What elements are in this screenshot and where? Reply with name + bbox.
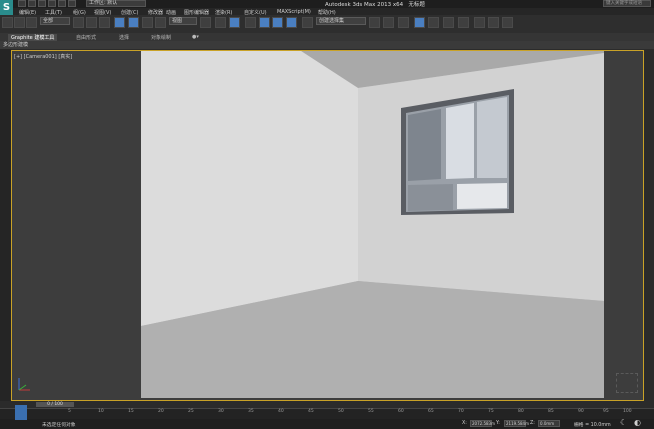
material-editor-icon[interactable] bbox=[458, 17, 469, 28]
tick-label: 10 bbox=[98, 409, 104, 414]
status-message: 未选定任何对象 bbox=[42, 423, 76, 428]
z-coord-label: Z: bbox=[530, 421, 535, 426]
tick-label: 40 bbox=[278, 409, 284, 414]
tick-label: 90 bbox=[578, 409, 584, 414]
pivot-center-icon[interactable] bbox=[200, 17, 211, 28]
polygon-modeling-label[interactable]: 多边形建模 bbox=[3, 42, 28, 48]
select-rotate-icon[interactable] bbox=[142, 17, 153, 28]
select-by-name-icon[interactable] bbox=[86, 17, 97, 28]
spinner-snap-icon[interactable] bbox=[286, 17, 297, 28]
viewport-label[interactable]: [+] [Camera001] [真实] bbox=[14, 53, 72, 60]
selection-filter-dropdown[interactable]: 全部 bbox=[40, 17, 70, 25]
grid-size-readout: 栅格 = 10.0mm bbox=[574, 423, 611, 428]
tab-object-paint[interactable]: 对象绘制 bbox=[151, 34, 171, 41]
align-icon[interactable] bbox=[383, 17, 394, 28]
room-render bbox=[141, 51, 604, 398]
select-move-icon[interactable] bbox=[128, 17, 139, 28]
tick-label: 60 bbox=[398, 409, 404, 414]
bind-space-warp-icon[interactable] bbox=[26, 17, 37, 28]
render-production-icon[interactable] bbox=[502, 17, 513, 28]
y-coord-label: Y: bbox=[496, 421, 500, 426]
time-slider-bar bbox=[0, 401, 654, 408]
z-coord-field[interactable]: 0.0mm bbox=[538, 420, 560, 427]
ribbon-panel: 多边形建模 bbox=[0, 41, 654, 49]
tick-label: 70 bbox=[458, 409, 464, 414]
time-slider[interactable]: 0 / 100 bbox=[36, 402, 74, 407]
window-title: Autodesk 3ds Max 2013 x64 无标题 bbox=[325, 0, 425, 8]
snaps-toggle-icon[interactable] bbox=[245, 17, 256, 28]
named-selection-sets-dropdown[interactable]: 创建选择集 bbox=[316, 17, 366, 25]
redo-icon[interactable] bbox=[58, 0, 66, 7]
tick-label: 45 bbox=[308, 409, 314, 414]
keyboard-shortcut-override-icon[interactable] bbox=[229, 17, 240, 28]
render-setup-icon[interactable] bbox=[474, 17, 485, 28]
tick-label: 35 bbox=[248, 409, 254, 414]
save-file-icon[interactable] bbox=[38, 0, 46, 7]
tab-graphite-modeling[interactable]: Graphite 建模工具 bbox=[8, 34, 58, 41]
layer-manager-icon[interactable] bbox=[398, 17, 409, 28]
tab-selection[interactable]: 选择 bbox=[119, 34, 129, 41]
tick-label: 30 bbox=[218, 409, 224, 414]
percent-snap-icon[interactable] bbox=[272, 17, 283, 28]
select-link-icon[interactable] bbox=[2, 17, 13, 28]
viewcube-icon[interactable] bbox=[616, 373, 638, 393]
select-scale-icon[interactable] bbox=[155, 17, 166, 28]
tick-label: 80 bbox=[518, 409, 524, 414]
tick-label: 50 bbox=[338, 409, 344, 414]
ribbon-options-icon[interactable]: ●▾ bbox=[192, 34, 199, 40]
graphite-ribbon-icon[interactable] bbox=[414, 17, 425, 28]
tick-label: 20 bbox=[158, 409, 164, 414]
mirror-icon[interactable] bbox=[369, 17, 380, 28]
edit-named-selection-icon[interactable] bbox=[302, 17, 313, 28]
ribbon-tabs bbox=[0, 33, 654, 41]
tab-freeform[interactable]: 自由形式 bbox=[76, 34, 96, 41]
time-config-icon[interactable]: ◐ bbox=[634, 418, 641, 427]
angle-snap-icon[interactable] bbox=[259, 17, 270, 28]
axis-tripod-icon bbox=[18, 378, 30, 391]
unlink-icon[interactable] bbox=[14, 17, 25, 28]
project-folder-icon[interactable] bbox=[68, 0, 76, 7]
tick-label: 15 bbox=[128, 409, 134, 414]
rendered-frame-window-icon[interactable] bbox=[488, 17, 499, 28]
select-manipulate-icon[interactable] bbox=[215, 17, 226, 28]
rectangle-selection-icon[interactable] bbox=[99, 17, 110, 28]
x-coord-field[interactable]: 2072.583m bbox=[470, 420, 495, 427]
tick-label: 65 bbox=[428, 409, 434, 414]
workspace-dropdown[interactable]: 工作区: 默认 bbox=[86, 0, 146, 7]
tick-label: 5 bbox=[68, 409, 71, 414]
select-object-icon[interactable] bbox=[73, 17, 84, 28]
open-file-icon[interactable] bbox=[28, 0, 36, 7]
undo-icon[interactable] bbox=[48, 0, 56, 7]
x-coord-label: X: bbox=[462, 421, 467, 426]
tick-label: 85 bbox=[548, 409, 554, 414]
tick-label: 55 bbox=[368, 409, 374, 414]
window-crossing-icon[interactable] bbox=[114, 17, 125, 28]
tick-label: 100 bbox=[623, 409, 632, 414]
curve-editor-icon[interactable] bbox=[428, 17, 439, 28]
schematic-view-icon[interactable] bbox=[443, 17, 454, 28]
left-command-strip bbox=[0, 49, 11, 401]
search-input[interactable]: 键入关键字或短语 bbox=[603, 0, 651, 7]
tick-label: 25 bbox=[188, 409, 194, 414]
reference-coordinate-dropdown[interactable]: 视图 bbox=[169, 17, 197, 25]
app-logo[interactable]: S bbox=[0, 0, 13, 15]
new-file-icon[interactable] bbox=[18, 0, 26, 7]
y-coord-field[interactable]: 2119.584m bbox=[504, 420, 529, 427]
tick-label: 75 bbox=[488, 409, 494, 414]
maxscript-listener-icon[interactable] bbox=[15, 405, 27, 420]
tick-label: 95 bbox=[603, 409, 609, 414]
key-mode-icon[interactable]: ☾ bbox=[620, 418, 627, 427]
